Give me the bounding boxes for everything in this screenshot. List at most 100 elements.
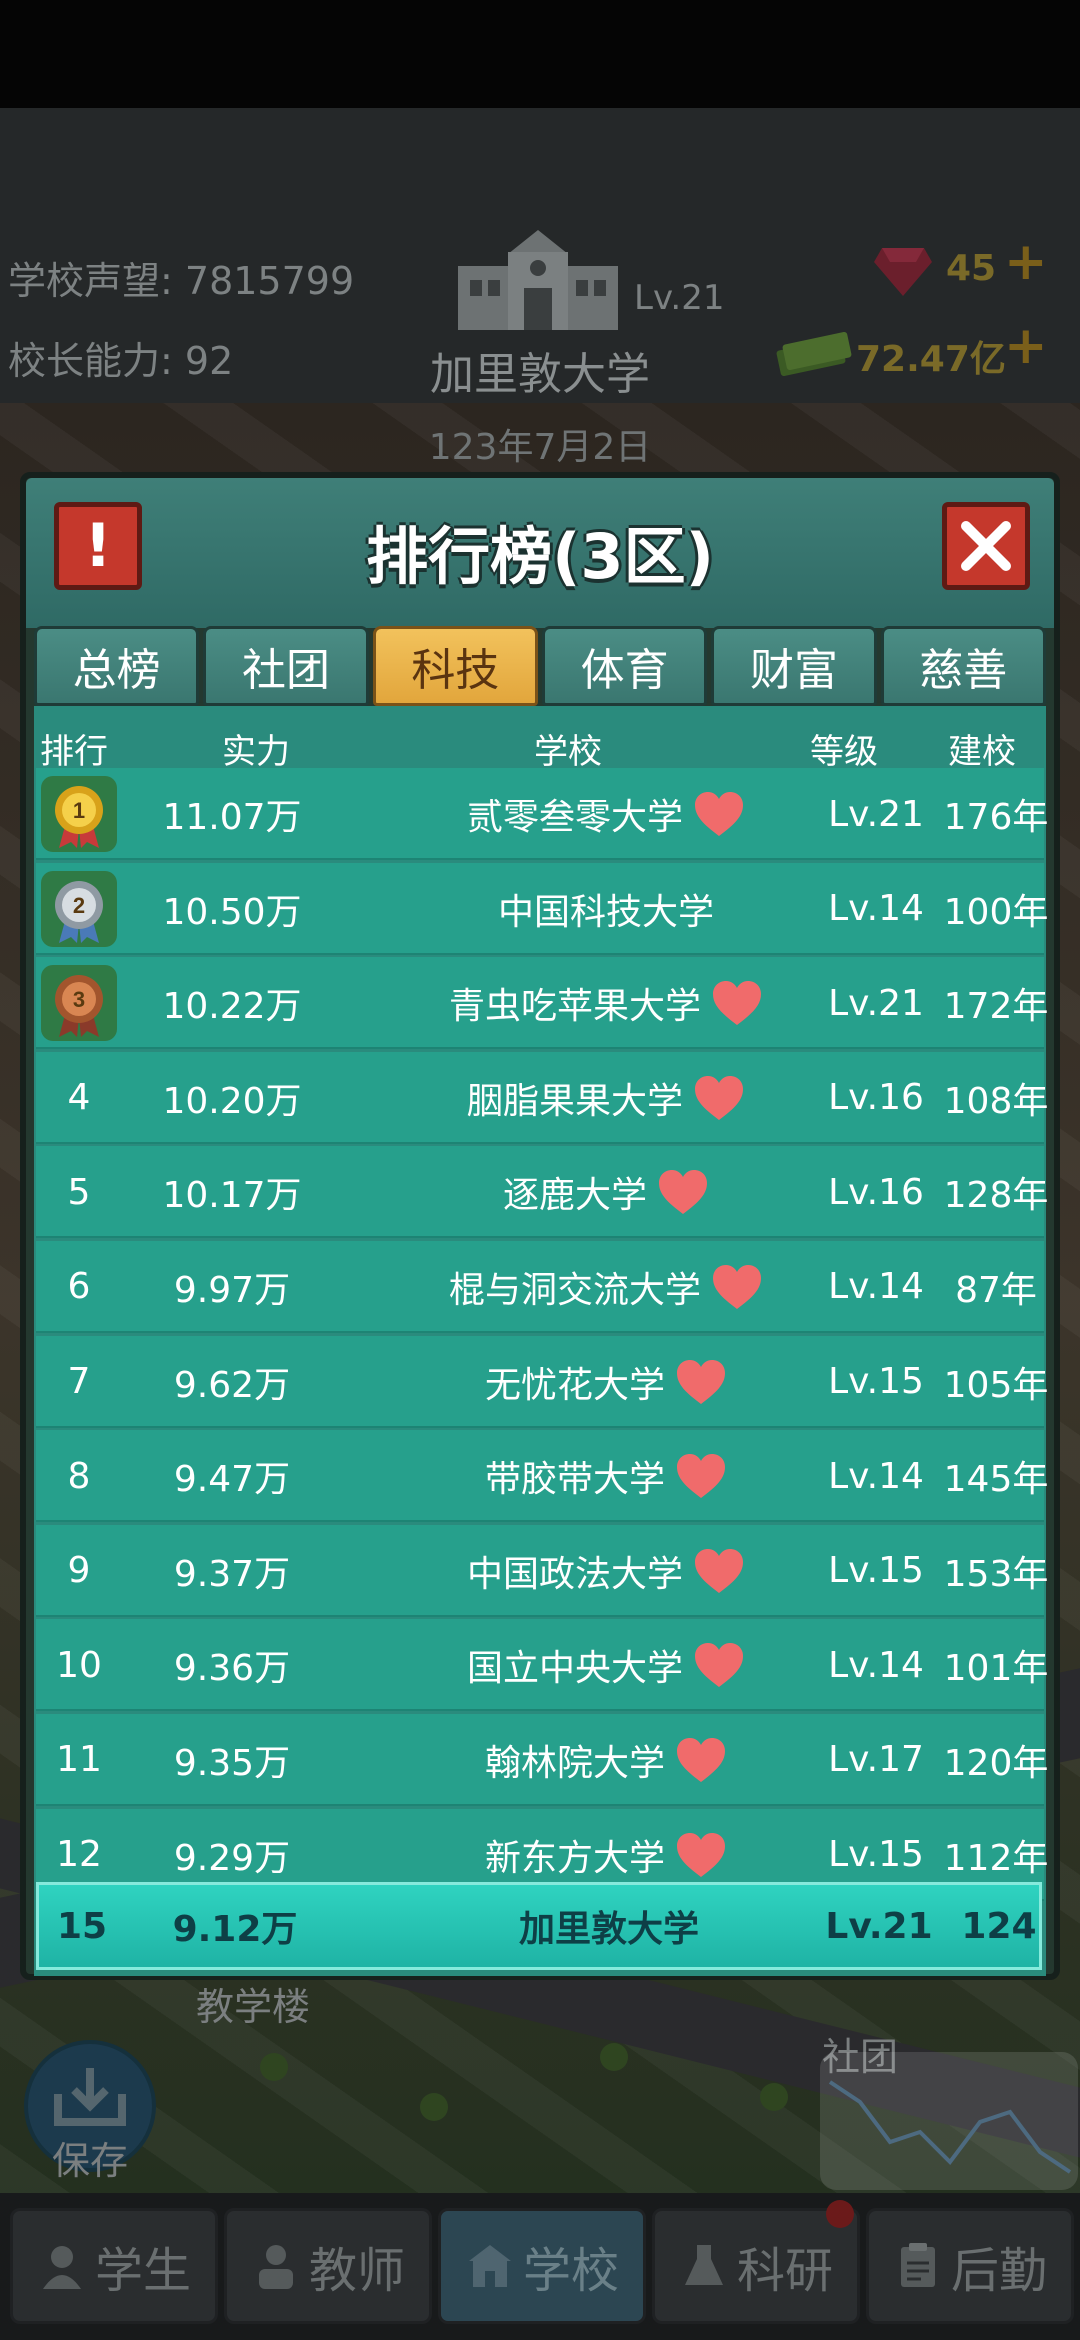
table-row[interactable]: 6 9.97万 棍与洞交流大学 Lv.14 87年 [36,1240,1044,1333]
medal-rank-text: 3 [73,987,85,1012]
nav-teachers[interactable]: 教师 [224,2208,432,2324]
tab-wealth[interactable]: 财富 [711,626,877,706]
col-header-level: 等级 [810,732,878,772]
teacher-icon [258,2245,293,2289]
gems-count: 45 [946,248,997,289]
tab-technology[interactable]: 科技 [372,626,538,706]
power-value: 9.36万 [173,1648,291,1690]
gold-medal-icon: 1 [41,776,117,852]
level-value: Lv.16 [828,1171,924,1213]
heart-icon[interactable] [693,1074,745,1122]
power-value: 9.35万 [173,1742,291,1784]
modal-header: ! 排行榜(3区) [26,478,1054,628]
table-row[interactable]: 4 10.20万 胭脂果果大学 Lv.16 108年 [36,1051,1048,1144]
power-value: 10.50万 [162,891,302,933]
heart-icon[interactable] [711,1263,763,1311]
my-founded-years: 124 [961,1905,1037,1947]
my-school-row[interactable]: 15 9.12万 加里敦大学 Lv.21 124 [36,1882,1042,1970]
trend-line-icon [828,2080,1072,2174]
status-bar [0,0,1080,108]
founded-years: 101年 [943,1648,1049,1690]
school-cell: 中国政法大学 [336,1525,876,1617]
col-header-rank: 排行 [40,732,108,772]
school-cell: 贰零叁零大学 [336,768,876,860]
school-cell: 青虫吃苹果大学 [336,957,876,1049]
table-row[interactable]: 7 9.62万 无忧花大学 Lv.15 105年 [36,1335,1048,1428]
nav-school[interactable]: 学校 [438,2208,646,2324]
add-money-button[interactable]: + [1004,316,1048,376]
medal-rank-text: 1 [73,798,85,823]
power-value: 11.07万 [162,797,302,838]
table-row[interactable]: 10 9.36万 国立中央大学 Lv.14 101年 [36,1619,1048,1712]
principal-ability-stat: 校长能力: 92 [8,339,234,383]
school-name: 无忧花大学 [484,1364,665,1406]
table-row[interactable]: 5 10.17万 逐鹿大学 Lv.16 128年 [36,1146,1048,1239]
heart-icon[interactable] [711,979,763,1027]
level-value: Lv.14 [828,1455,924,1497]
my-level: Lv.21 [825,1905,933,1947]
add-gems-button[interactable]: + [1004,232,1048,292]
tab-sports[interactable]: 体育 [541,626,708,706]
rank-number: 5 [67,1171,91,1213]
heart-icon[interactable] [693,790,745,838]
my-school-name: 加里敦大学 [518,1909,699,1950]
heart-icon[interactable] [675,1736,727,1784]
heart-icon[interactable] [675,1452,727,1500]
school-cell: 中国科技大学 [336,863,876,955]
tab-overall[interactable]: 总榜 [34,626,200,706]
game-date: 123年7月2日 [428,427,652,468]
info-button[interactable]: ! [54,502,142,590]
rank-number: 11 [56,1739,102,1781]
school-building-icon [458,230,618,330]
nav-students[interactable]: 学生 [10,2208,218,2324]
rank-medal: 2 [36,863,122,955]
exclamation-icon: ! [84,511,112,581]
table-row[interactable]: 3 10.22万 青虫吃苹果大学 Lv.21 172年 [36,957,1048,1050]
founded-years: 120年 [943,1742,1049,1784]
school-cell: 翰林院大学 [336,1714,876,1806]
school-cell: 带胶带大学 [336,1430,876,1522]
level-value: Lv.14 [828,1644,924,1686]
table-row[interactable]: 8 9.47万 带胶带大学 Lv.14 145年 [36,1430,1048,1523]
school-cell: 胭脂果果大学 [336,1052,876,1144]
founded-years: 87年 [955,1269,1037,1311]
heart-icon[interactable] [693,1547,745,1595]
heart-icon[interactable] [675,1358,727,1406]
founded-years: 145年 [943,1459,1049,1501]
level-value: Lv.14 [828,888,924,930]
close-icon [961,521,1011,571]
school-name: 翰林院大学 [484,1742,665,1784]
flask-icon [684,2245,723,2285]
heart-icon[interactable] [675,1831,727,1879]
school-name: 加里敦大学 [430,349,650,400]
close-button[interactable] [942,502,1030,590]
level-value: Lv.15 [828,1550,924,1592]
medal-rank-text: 2 [73,893,85,918]
rank-medal: 3 [36,957,122,1049]
school-icon [468,2245,511,2287]
table-row[interactable]: 1 11.07万 贰零叁零大学 Lv.21 176年 [36,768,1048,860]
category-tabs: 总榜 社团 科技 体育 财富 慈善 [34,626,1046,706]
trend-minimap[interactable] [820,2052,1078,2190]
power-value: 10.20万 [162,1080,302,1122]
table-row[interactable]: 2 10.50万 中国科技大学 Lv.14 100年 [36,862,1048,955]
school-name: 中国科技大学 [497,891,714,933]
col-header-founded: 建校 [948,732,1016,772]
tab-charity[interactable]: 慈善 [880,626,1046,706]
heart-icon[interactable] [693,1641,745,1689]
table-row[interactable]: 11 9.35万 翰林院大学 Lv.17 120年 [36,1713,1048,1806]
my-rank: 15 [56,1905,108,1947]
school-name: 逐鹿大学 [502,1175,647,1217]
teaching-building-label[interactable]: 教学楼 [196,1976,310,2031]
nav-logistics[interactable]: 后勤 [866,2208,1074,2324]
table-row[interactable]: 9 9.37万 中国政法大学 Lv.15 153年 [36,1524,1048,1617]
school-name: 贰零叁零大学 [466,797,683,838]
tab-clubs[interactable]: 社团 [203,626,369,706]
nav-research[interactable]: 科研 [652,2208,860,2324]
level-value: Lv.21 [828,982,924,1024]
heart-icon[interactable] [657,1168,709,1216]
founded-years: 176年 [943,797,1049,838]
money-amount: 72.47亿 [856,339,1006,380]
school-cell: 逐鹿大学 [336,1146,876,1238]
modal-title: 排行榜(3区) [366,520,714,593]
